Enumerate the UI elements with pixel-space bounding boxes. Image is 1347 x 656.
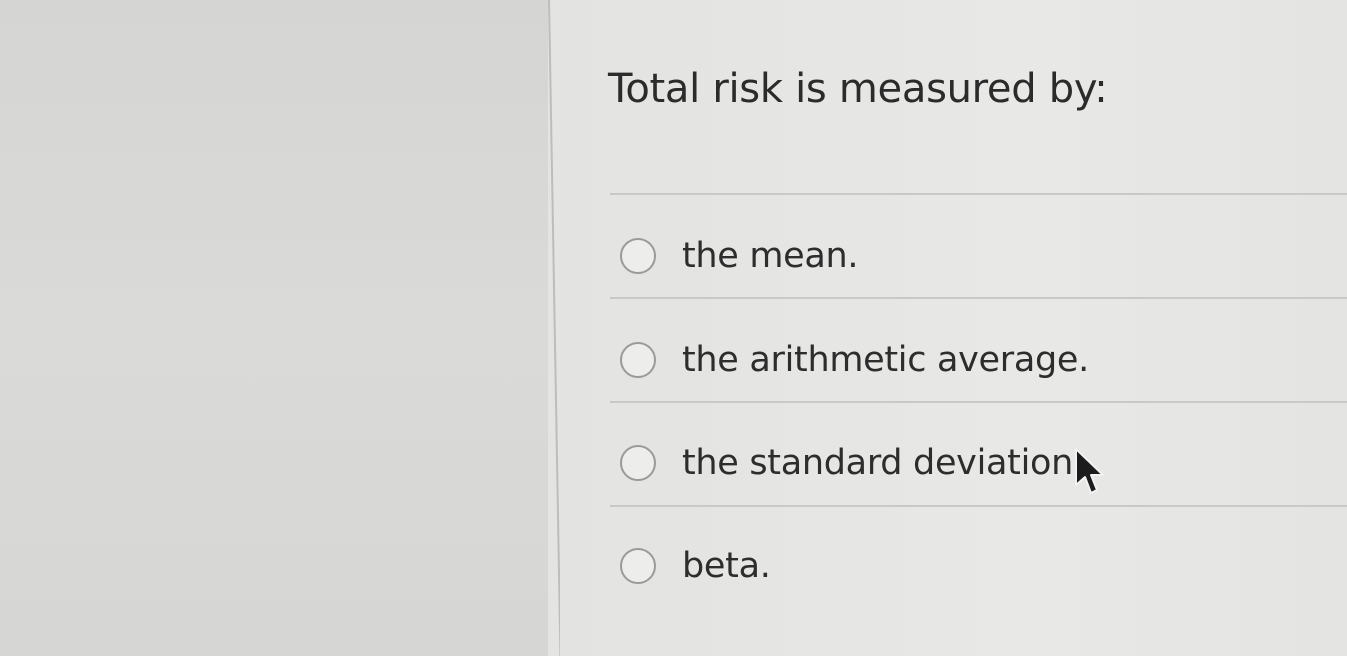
mouse-pointer-icon (1075, 448, 1104, 494)
option-divider (610, 401, 1347, 403)
option-label: beta. (682, 546, 771, 586)
option-divider (610, 297, 1347, 299)
option-standard-deviation[interactable]: the standard deviation (620, 433, 1073, 493)
radio-unselected-icon[interactable] (620, 445, 656, 481)
radio-unselected-icon[interactable] (620, 342, 656, 378)
option-beta[interactable]: beta. (620, 536, 771, 596)
left-panel (0, 0, 548, 656)
option-label: the standard deviation (682, 443, 1074, 483)
question-text: Total risk is measured by: (608, 66, 1108, 112)
option-label: the mean. (682, 236, 859, 276)
option-arithmetic-average[interactable]: the arithmetic average. (620, 330, 1089, 390)
option-mean[interactable]: the mean. (620, 226, 859, 286)
radio-unselected-icon[interactable] (620, 238, 656, 274)
option-divider (610, 505, 1347, 507)
option-label: the arithmetic average. (682, 340, 1089, 380)
radio-unselected-icon[interactable] (620, 548, 656, 584)
quiz-screen: Total risk is measured by: the mean. the… (0, 0, 1347, 656)
option-divider (610, 193, 1347, 195)
